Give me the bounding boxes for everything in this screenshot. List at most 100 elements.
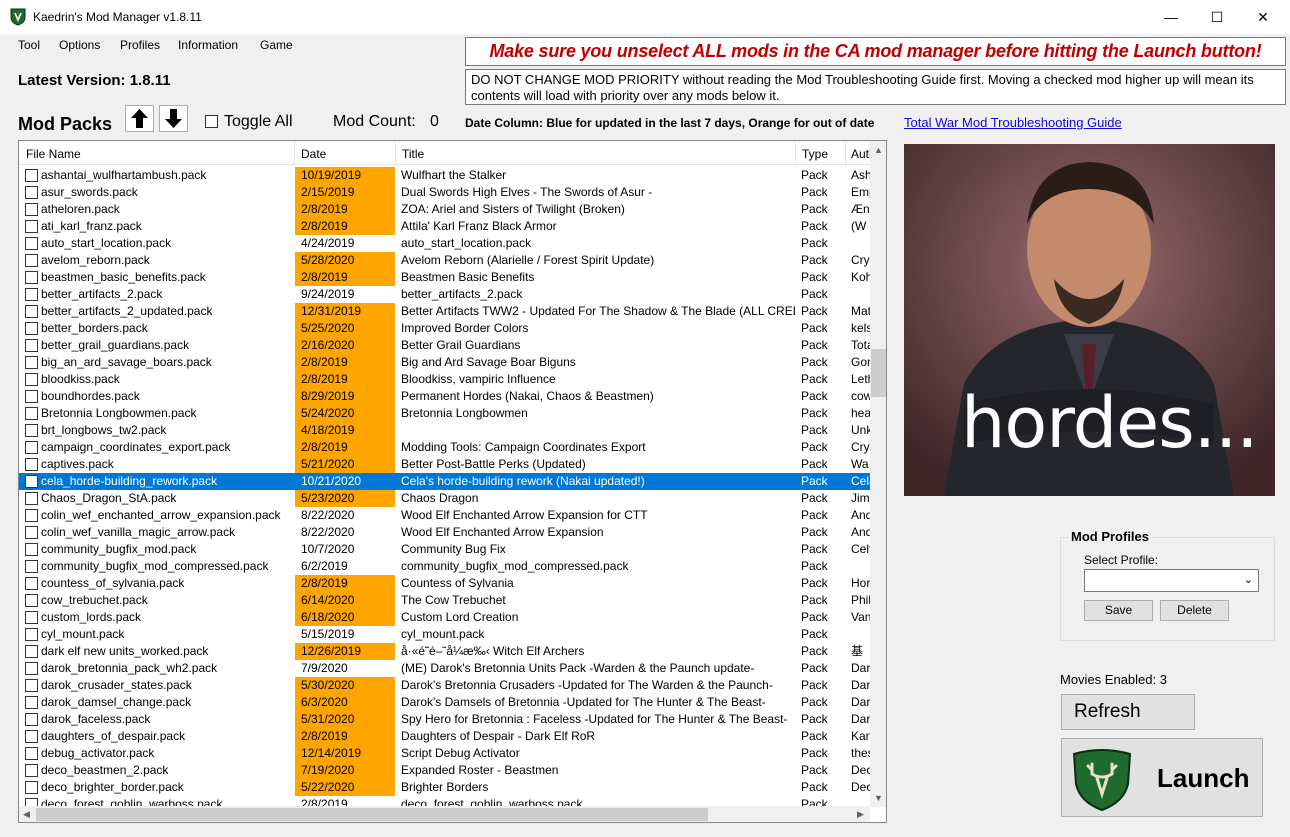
table-row[interactable]: brt_longbows_tw2.pack 4/18/2019 Pack Unk: [19, 422, 870, 439]
save-profile-button[interactable]: Save: [1084, 600, 1153, 621]
toggle-all-label[interactable]: Toggle All: [224, 113, 293, 131]
table-row[interactable]: bloodkiss.pack 2/8/2019 Bloodkiss, vampiri…: [19, 371, 870, 388]
table-row[interactable]: atheloren.pack 2/8/2019 ZOA: Ariel and Sis…: [19, 201, 870, 218]
scroll-right-icon[interactable]: ▶: [857, 809, 864, 820]
row-checkbox[interactable]: [25, 747, 38, 760]
table-row[interactable]: better_artifacts_2_updated.pack 12/31/201…: [19, 303, 870, 320]
row-checkbox[interactable]: [25, 764, 38, 777]
table-row[interactable]: custom_lords.pack 6/18/2020 Custom Lord Cr…: [19, 609, 870, 626]
row-checkbox[interactable]: [25, 509, 38, 522]
row-checkbox[interactable]: [25, 424, 38, 437]
menu-options[interactable]: Options: [59, 38, 100, 52]
launch-button[interactable]: Launch: [1061, 738, 1263, 817]
table-row[interactable]: darok_damsel_change.pack 6/3/2020 Darok's …: [19, 694, 870, 711]
row-checkbox[interactable]: [25, 271, 38, 284]
maximize-button[interactable]: ☐: [1194, 0, 1240, 34]
menu-game[interactable]: Game: [260, 38, 293, 52]
scroll-left-icon[interactable]: ◀: [23, 809, 30, 820]
table-row[interactable]: boundhordes.pack 8/29/2019 Permanent Horde…: [19, 388, 870, 405]
row-checkbox[interactable]: [25, 730, 38, 743]
table-row[interactable]: community_bugfix_mod.pack 10/7/2020 Commun…: [19, 541, 870, 558]
row-checkbox[interactable]: [25, 475, 38, 488]
table-row[interactable]: avelom_reborn.pack 5/28/2020 Avelom Reborn…: [19, 252, 870, 269]
row-checkbox[interactable]: [25, 237, 38, 250]
row-checkbox[interactable]: [25, 288, 38, 301]
menu-profiles[interactable]: Profiles: [120, 38, 160, 52]
table-row[interactable]: Bretonnia Longbowmen.pack 5/24/2020 Breton…: [19, 405, 870, 422]
row-checkbox[interactable]: [25, 628, 38, 641]
vertical-scroll-thumb[interactable]: [871, 349, 886, 397]
table-row[interactable]: cow_trebuchet.pack 6/14/2020 The Cow Trebu…: [19, 592, 870, 609]
table-row[interactable]: deco_beastmen_2.pack 7/19/2020 Expanded Ro…: [19, 762, 870, 779]
scroll-up-icon[interactable]: ▲: [874, 145, 883, 155]
menu-tool[interactable]: Tool: [18, 38, 40, 52]
table-row[interactable]: cela_horde-building_rework.pack 10/21/202…: [19, 473, 870, 490]
col-file-name[interactable]: File Name: [26, 147, 81, 161]
table-row[interactable]: big_an_ard_savage_boars.pack 2/8/2019 Big …: [19, 354, 870, 371]
table-row[interactable]: darok_bretonnia_pack_wh2.pack 7/9/2020 (ME…: [19, 660, 870, 677]
move-down-button[interactable]: [159, 105, 188, 132]
refresh-button[interactable]: Refresh: [1061, 694, 1195, 730]
row-checkbox[interactable]: [25, 458, 38, 471]
row-checkbox[interactable]: [25, 203, 38, 216]
vertical-scrollbar[interactable]: ▲ ▼: [870, 141, 886, 807]
table-row[interactable]: beastmen_basic_benefits.pack 2/8/2019 Beas…: [19, 269, 870, 286]
profile-select[interactable]: ⌄: [1084, 569, 1259, 592]
table-row[interactable]: darok_crusader_states.pack 5/30/2020 Darok…: [19, 677, 870, 694]
row-checkbox[interactable]: [25, 305, 38, 318]
table-row[interactable]: deco_brighter_border.pack 5/22/2020 Bright…: [19, 779, 870, 796]
table-row[interactable]: Chaos_Dragon_StA.pack 5/23/2020 Chaos Drag…: [19, 490, 870, 507]
row-checkbox[interactable]: [25, 560, 38, 573]
table-row[interactable]: daughters_of_despair.pack 2/8/2019 Daughte…: [19, 728, 870, 745]
table-row[interactable]: countess_of_sylvania.pack 2/8/2019 Countes…: [19, 575, 870, 592]
row-checkbox[interactable]: [25, 696, 38, 709]
row-checkbox[interactable]: [25, 679, 38, 692]
row-checkbox[interactable]: [25, 373, 38, 386]
row-checkbox[interactable]: [25, 169, 38, 182]
table-row[interactable]: dark elf new units_worked.pack 12/26/2019…: [19, 643, 870, 660]
row-checkbox[interactable]: [25, 594, 38, 607]
troubleshooting-guide-link[interactable]: Total War Mod Troubleshooting Guide: [904, 115, 1122, 130]
table-row[interactable]: ashantai_wulfhartambush.pack 10/19/2019 Wu…: [19, 167, 870, 184]
col-divider[interactable]: [294, 141, 295, 165]
row-checkbox[interactable]: [25, 322, 38, 335]
col-date[interactable]: Date: [301, 147, 326, 161]
toggle-all-checkbox[interactable]: [205, 115, 218, 128]
scroll-down-icon[interactable]: ▼: [874, 793, 883, 803]
table-row[interactable]: better_borders.pack 5/25/2020 Improved Bor…: [19, 320, 870, 337]
col-divider[interactable]: [845, 141, 846, 165]
mod-list[interactable]: File Name Date Title Type Auth ashantai_…: [18, 140, 887, 823]
row-checkbox[interactable]: [25, 645, 38, 658]
col-title[interactable]: Title: [402, 147, 424, 161]
row-checkbox[interactable]: [25, 611, 38, 624]
row-checkbox[interactable]: [25, 662, 38, 675]
row-checkbox[interactable]: [25, 390, 38, 403]
row-checkbox[interactable]: [25, 492, 38, 505]
menu-information[interactable]: Information: [178, 38, 238, 52]
table-row[interactable]: captives.pack 5/21/2020 Better Post-Battle…: [19, 456, 870, 473]
table-row[interactable]: campaign_coordinates_export.pack 2/8/2019…: [19, 439, 870, 456]
table-row[interactable]: colin_wef_enchanted_arrow_expansion.pack…: [19, 507, 870, 524]
row-checkbox[interactable]: [25, 254, 38, 267]
table-row[interactable]: ati_karl_franz.pack 2/8/2019 Attila' Karl …: [19, 218, 870, 235]
table-row[interactable]: cyl_mount.pack 5/15/2019 cyl_mount.pack Pac…: [19, 626, 870, 643]
close-button[interactable]: ✕: [1240, 0, 1286, 34]
delete-profile-button[interactable]: Delete: [1160, 600, 1229, 621]
col-divider[interactable]: [795, 141, 796, 165]
row-checkbox[interactable]: [25, 781, 38, 794]
minimize-button[interactable]: —: [1148, 0, 1194, 34]
row-checkbox[interactable]: [25, 220, 38, 233]
table-row[interactable]: darok_faceless.pack 5/31/2020 Spy Hero for…: [19, 711, 870, 728]
row-checkbox[interactable]: [25, 339, 38, 352]
row-checkbox[interactable]: [25, 526, 38, 539]
table-row[interactable]: debug_activator.pack 12/14/2019 Script Deb…: [19, 745, 870, 762]
row-checkbox[interactable]: [25, 407, 38, 420]
col-type[interactable]: Type: [802, 147, 828, 161]
horizontal-scrollbar[interactable]: ◀ ▶: [19, 806, 870, 822]
col-divider[interactable]: [395, 141, 396, 165]
table-row[interactable]: colin_wef_vanilla_magic_arrow.pack 8/22/2…: [19, 524, 870, 541]
row-checkbox[interactable]: [25, 441, 38, 454]
table-row[interactable]: asur_swords.pack 2/15/2019 Dual Swords Hig…: [19, 184, 870, 201]
row-checkbox[interactable]: [25, 186, 38, 199]
row-checkbox[interactable]: [25, 577, 38, 590]
